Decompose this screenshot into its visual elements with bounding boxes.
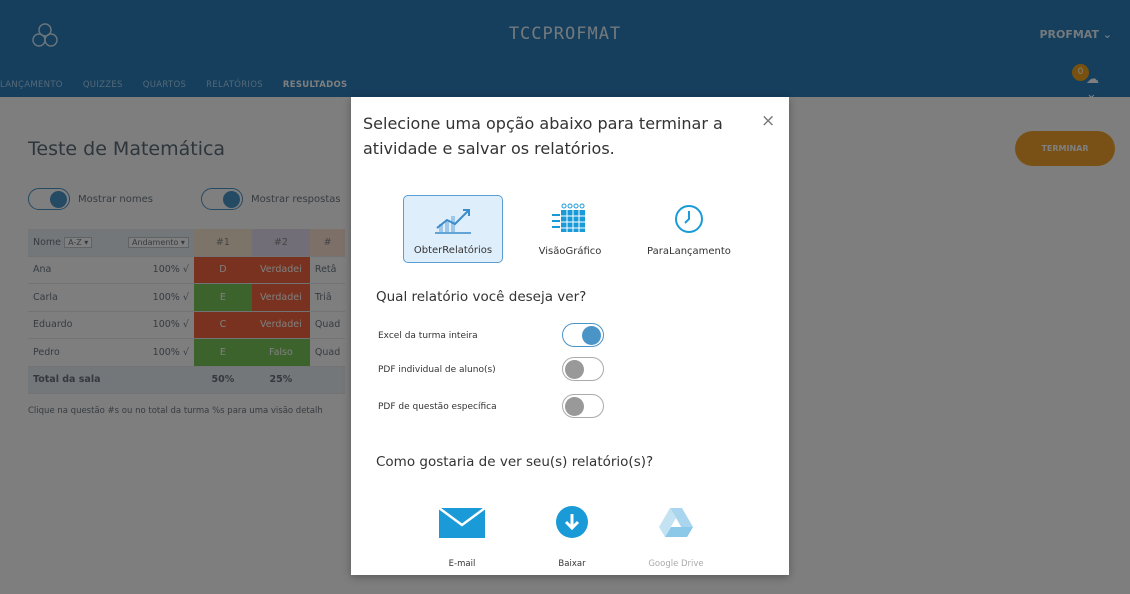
option-graph-view[interactable]: VisãoGráfico [525,195,615,263]
delivery-question: Como gostaria de ver seu(s) relatório(s)… [376,454,654,470]
report-question: Qual relatório você deseja ver? [376,289,587,305]
option-graph-view-label: VisãoGráfico [538,246,602,257]
close-icon[interactable]: × [761,111,775,131]
delivery-email[interactable]: E-mail [427,497,497,569]
toggle-knob [582,326,601,345]
report-pdf-student-toggle[interactable] [562,357,604,381]
report-pdf-question-label: PDF de questão específica [378,402,497,412]
delivery-google-drive-label: Google Drive [648,559,704,569]
report-pdf-question-toggle[interactable] [562,394,604,418]
download-icon [556,506,588,538]
modal-title: Selecione uma opção abaixo para terminar… [363,114,723,158]
toggle-knob [565,360,584,379]
google-drive-icon [659,508,693,537]
report-excel-toggle[interactable] [562,323,604,347]
option-to-launch[interactable]: ParaLançamento [639,195,739,263]
clock-icon [675,205,703,233]
option-get-reports[interactable]: ObterRelatórios [403,195,503,263]
delivery-google-drive[interactable]: Google Drive [641,497,711,569]
line-chart-icon [435,209,471,234]
grid-chart-icon [552,203,585,232]
delivery-email-label: E-mail [448,559,476,569]
email-icon [438,506,486,538]
delivery-download-label: Baixar [558,559,586,569]
option-to-launch-label: ParaLançamento [647,246,731,257]
delivery-download[interactable]: Baixar [537,497,607,569]
option-get-reports-label: ObterRelatórios [413,245,493,256]
report-pdf-student-label: PDF individual de aluno(s) [378,365,496,375]
finish-activity-modal: Selecione uma opção abaixo para terminar… [351,97,789,575]
report-excel-label: Excel da turma inteira [378,331,478,341]
toggle-knob [565,397,584,416]
